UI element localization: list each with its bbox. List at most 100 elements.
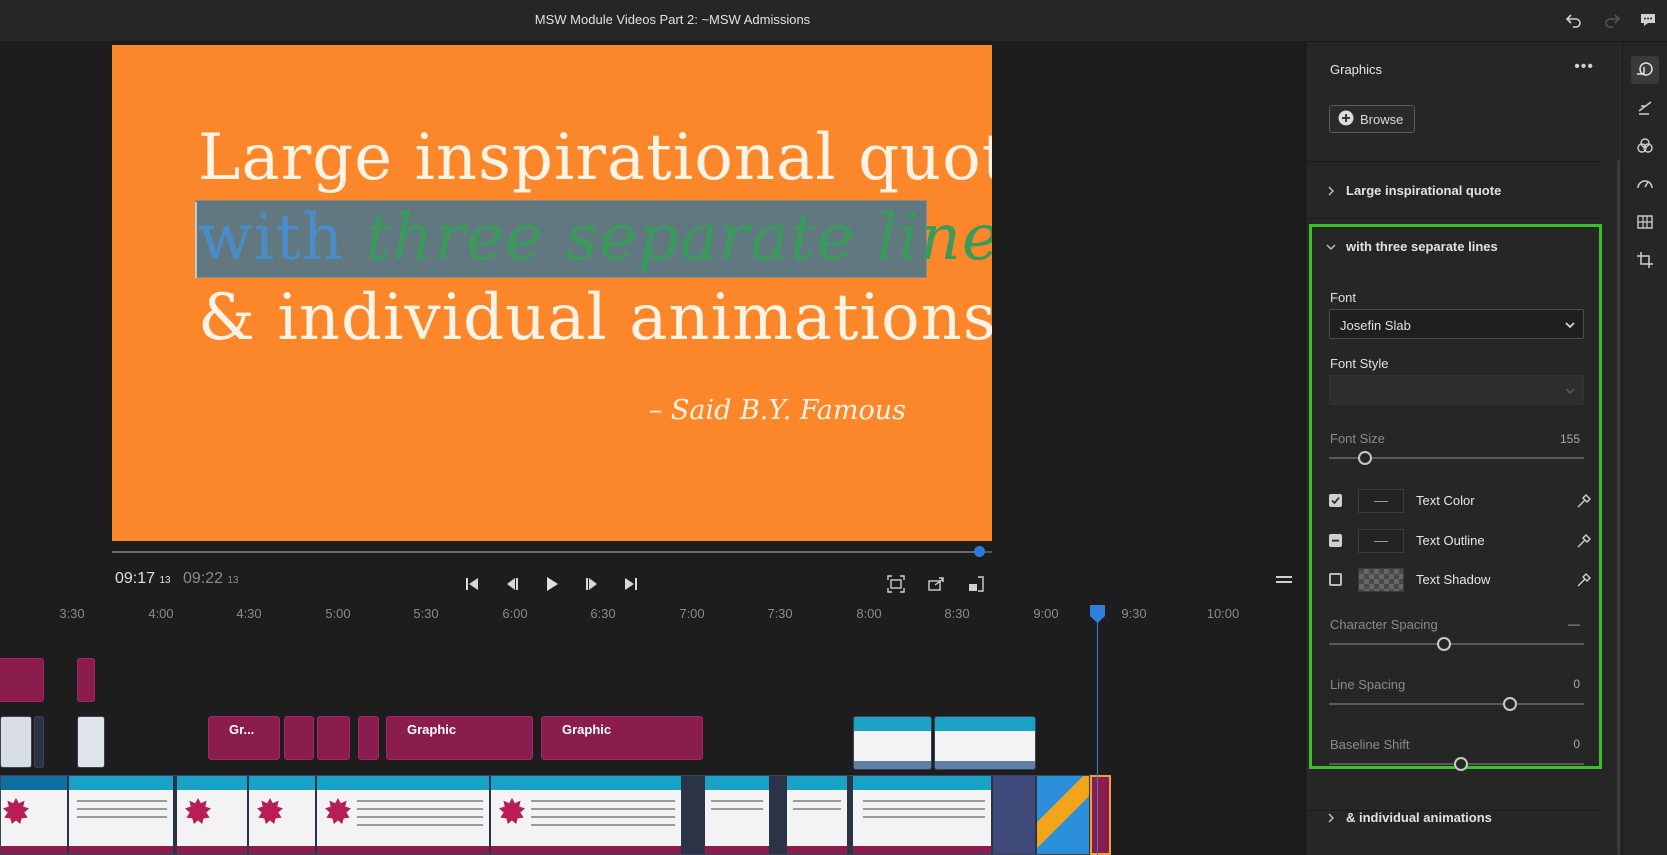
graphic-clip[interactable]: Graphic (386, 716, 533, 760)
project-title: MSW Module Videos Part 2: ~MSW Admission… (534, 12, 811, 27)
ruler-tick: 3:30 (59, 606, 85, 621)
graphic-clip[interactable] (0, 658, 44, 702)
quote-line-1[interactable]: Large inspirational quote (198, 121, 992, 195)
undo-icon[interactable] (1562, 8, 1586, 32)
font-size-slider[interactable] (1329, 451, 1584, 465)
main-video-track[interactable] (0, 775, 1100, 855)
browse-button[interactable]: Browse (1329, 105, 1415, 133)
effects-icon[interactable] (1631, 94, 1659, 122)
line-spacing-slider[interactable] (1329, 697, 1584, 711)
text-outline-checkbox[interactable] (1329, 534, 1342, 547)
more-options-icon[interactable]: ••• (1574, 58, 1594, 76)
go-to-start-icon[interactable] (461, 573, 483, 595)
graphic-clip[interactable] (77, 658, 95, 702)
playback-scrubber[interactable] (112, 546, 992, 557)
clip-thumbnail (853, 776, 991, 854)
slider-thumb[interactable] (1454, 757, 1469, 771)
text-color-row: Text Color (1329, 489, 1594, 513)
ruler-tick: 6:30 (590, 606, 616, 621)
video-clip[interactable] (77, 716, 105, 768)
chevron-right-icon (1328, 812, 1335, 823)
eyedropper-icon[interactable] (1574, 570, 1594, 590)
slider-thumb[interactable] (1357, 451, 1372, 465)
text-caret (195, 202, 197, 278)
video-clip[interactable] (34, 716, 44, 768)
clip-thumbnail (854, 717, 931, 769)
baseline-shift-value: 0 (1573, 737, 1580, 751)
character-spacing-slider[interactable] (1329, 637, 1584, 651)
graphic-clip[interactable]: Graphic (541, 716, 703, 760)
play-icon[interactable] (541, 573, 563, 595)
quote-line-2[interactable]: with three separate lines (198, 201, 992, 275)
step-back-icon[interactable] (501, 573, 523, 595)
baseline-shift-slider[interactable] (1329, 757, 1584, 771)
line-spacing-label: Line Spacing (1330, 677, 1406, 692)
program-monitor: Large inspirational quote with three sep… (0, 42, 1305, 602)
color-icon[interactable] (1631, 132, 1659, 160)
timeline-menu-icon[interactable] (1276, 572, 1292, 583)
video-clip[interactable] (853, 716, 932, 770)
fit-screen-icon[interactable] (885, 573, 907, 595)
go-to-end-icon[interactable] (620, 573, 642, 595)
ruler-tick: 6:00 (502, 606, 528, 621)
clip-thumbnail (69, 776, 173, 854)
font-style-select[interactable] (1329, 375, 1584, 405)
aspect-ratio-icon[interactable] (965, 573, 987, 595)
text-color-swatch[interactable] (1358, 489, 1404, 513)
right-toolbar (1622, 42, 1667, 855)
ruler-tick: 5:00 (325, 606, 351, 621)
section-title: & individual animations (1346, 810, 1492, 825)
text-shadow-swatch[interactable] (1358, 568, 1404, 592)
graphic-clip[interactable] (358, 716, 379, 760)
preview-canvas[interactable]: Large inspirational quote with three sep… (112, 45, 992, 541)
panel-scrollbar[interactable] (1617, 160, 1620, 855)
font-style-label: Font Style (1330, 356, 1389, 371)
font-select[interactable]: Josefin Slab (1329, 309, 1584, 339)
text-color-checkbox[interactable] (1329, 494, 1342, 507)
time-ruler[interactable]: 3:30 4:00 4:30 5:00 5:30 6:00 6:30 7:00 … (0, 602, 1305, 626)
step-forward-icon[interactable] (581, 573, 603, 595)
ruler-tick: 9:00 (1033, 606, 1059, 621)
timeline[interactable]: 3:30 4:00 4:30 5:00 5:30 6:00 6:30 7:00 … (0, 602, 1305, 855)
baseline-shift-label: Baseline Shift (1330, 737, 1410, 752)
quote-line-3[interactable]: & individual animations (198, 281, 992, 355)
section-line-2[interactable]: with three separate lines (1326, 239, 1498, 254)
redo-icon[interactable] (1600, 8, 1624, 32)
eyedropper-icon[interactable] (1574, 491, 1594, 511)
feedback-icon[interactable] (1636, 8, 1660, 32)
playhead-handle[interactable] (1090, 605, 1105, 623)
text-color-label: Text Color (1416, 493, 1475, 508)
font-size-label: Font Size (1330, 431, 1385, 446)
ruler-tick: 9:30 (1121, 606, 1147, 621)
export-frame-icon[interactable] (925, 573, 947, 595)
graphics-icon[interactable] (1631, 56, 1659, 84)
font-size-value: 155 (1559, 432, 1580, 446)
ruler-tick: 4:30 (236, 606, 262, 621)
video-clip[interactable] (0, 716, 32, 768)
plus-circle-icon (1338, 110, 1354, 129)
text-shadow-checkbox[interactable] (1329, 573, 1342, 586)
graphic-clip[interactable]: Gr... (208, 716, 280, 760)
quote-attribution[interactable]: – Said B.Y. Famous (649, 395, 906, 426)
selected-graphic-clip[interactable] (1090, 775, 1111, 855)
character-spacing-value: — (1568, 617, 1580, 631)
graphic-clip[interactable] (317, 716, 350, 760)
chevron-down-icon (1565, 322, 1575, 329)
section-line-1[interactable]: Large inspirational quote (1326, 183, 1501, 198)
speed-icon[interactable] (1631, 170, 1659, 198)
slider-thumb[interactable] (1437, 637, 1452, 651)
eyedropper-icon[interactable] (1574, 531, 1594, 551)
ruler-tick: 10:00 (1206, 606, 1240, 621)
scrubber-handle[interactable] (973, 546, 985, 557)
adjust-icon[interactable] (1631, 208, 1659, 236)
text-outline-row: Text Outline (1329, 529, 1594, 553)
duration-timecode: 09:22 13 (183, 570, 239, 587)
text-outline-swatch[interactable] (1358, 529, 1404, 553)
graphic-clip[interactable] (284, 716, 314, 760)
slider-thumb[interactable] (1502, 697, 1517, 711)
text-shadow-row: Text Shadow (1329, 568, 1594, 592)
crop-icon[interactable] (1631, 246, 1659, 274)
section-line-3[interactable]: & individual animations (1326, 810, 1492, 825)
clip-thumbnail (1, 776, 67, 854)
video-clip[interactable] (934, 716, 1036, 770)
